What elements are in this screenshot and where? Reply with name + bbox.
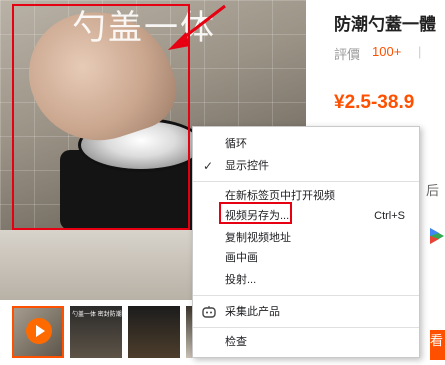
menu-item-inspect[interactable]: 检查 [193,331,419,353]
divider: | [418,44,422,59]
menu-item-label: 投射... [225,274,257,286]
menu-separator [193,181,419,182]
menu-item-label: 检查 [225,336,247,348]
menu-item-label: 复制视频地址 [225,232,291,244]
robot-icon [202,306,216,318]
menu-item-label: 画中画 [225,252,258,264]
partial-text: 后 [426,183,440,198]
context-menu: 循环 ✓ 显示控件 在新标签页中打开视频 视频另存为... Ctrl+S 复制视… [192,126,420,358]
menu-item-picture-in-picture[interactable]: 画中画 [193,247,419,269]
menu-item-cast[interactable]: 投射... [193,269,419,291]
rating-label: 評價 [334,47,361,62]
rating-count[interactable]: 100+ [372,44,401,59]
thumbnail-3[interactable] [128,306,180,358]
annotation-arrow-video [168,4,226,50]
thumbnail-video[interactable] [12,306,64,358]
thumbnail-caption: 勺盖一体 密封防潮 [72,312,122,318]
thumbnail-2[interactable]: 勺盖一体 密封防潮 [70,306,122,358]
play-store-icon [430,228,444,244]
checkmark-icon: ✓ [203,159,214,173]
annotation-highlight-box [219,202,292,224]
menu-separator [193,327,419,328]
menu-item-show-controls[interactable]: ✓ 显示控件 [193,155,419,177]
menu-item-shortcut: Ctrl+S [374,210,405,222]
product-title: 防潮勺蓋一體 [334,15,436,34]
play-icon [26,318,52,344]
buy-button-label: 看 [430,333,444,348]
menu-separator [193,295,419,296]
price: ¥2.5-38.9 [334,92,415,113]
menu-item-label: 采集此产品 [225,306,280,318]
buy-button[interactable]: 看 [430,330,445,360]
menu-item-label: 显示控件 [225,160,269,172]
menu-item-collect-product[interactable]: 采集此产品 [193,301,419,323]
menu-item-loop[interactable]: 循环 [193,133,419,155]
menu-item-label: 循环 [225,138,247,150]
menu-item-copy-video-address[interactable]: 复制视频地址 [193,227,419,249]
